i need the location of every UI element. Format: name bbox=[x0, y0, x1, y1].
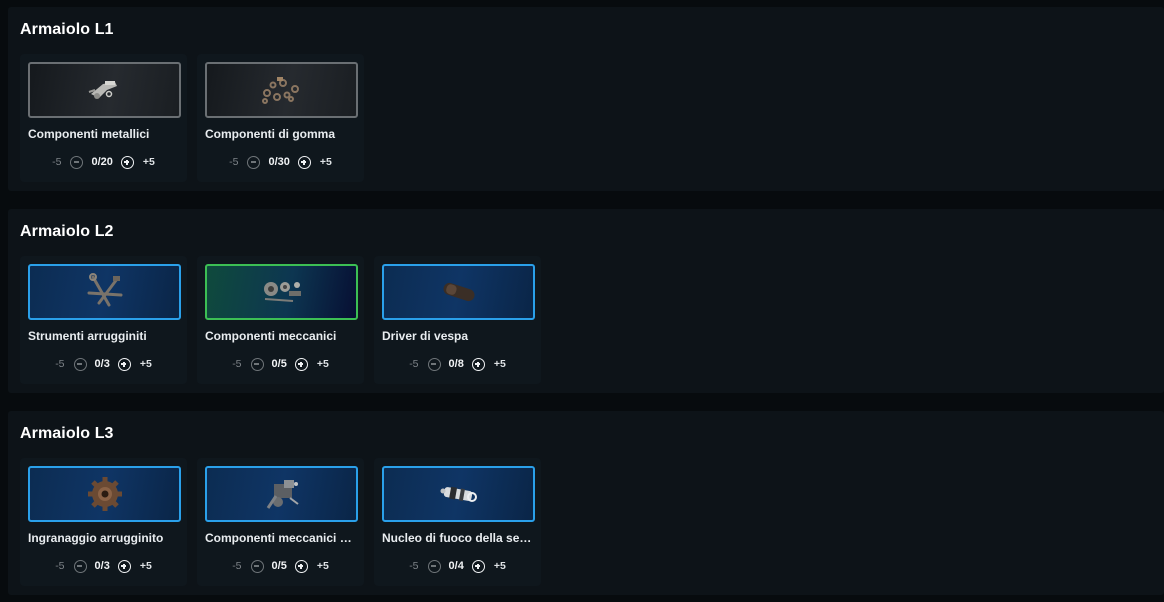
increment-icon[interactable] bbox=[117, 357, 131, 371]
plus-five-button[interactable]: +5 bbox=[317, 358, 329, 370]
material-card: Componenti meccanici -5 0/5 +5 bbox=[197, 256, 364, 384]
plus-five-button[interactable]: +5 bbox=[494, 358, 506, 370]
material-thumbnail[interactable] bbox=[382, 466, 535, 522]
decrement-icon[interactable] bbox=[247, 155, 261, 169]
minus-five-button[interactable]: -5 bbox=[55, 560, 64, 572]
quantity-value: 0/30 bbox=[268, 156, 290, 168]
increment-icon[interactable] bbox=[471, 559, 485, 573]
quantity-value: 0/5 bbox=[271, 560, 287, 572]
increment-icon[interactable] bbox=[294, 357, 308, 371]
crafting-materials-page: Armaiolo L1 Componenti metallici -5 0/20… bbox=[0, 0, 1164, 602]
material-thumbnail[interactable] bbox=[205, 62, 358, 118]
quantity-stepper: -5 0/5 +5 bbox=[197, 356, 364, 372]
decrement-icon[interactable] bbox=[73, 357, 87, 371]
quantity-stepper: -5 0/4 +5 bbox=[374, 558, 541, 574]
material-name: Driver di vespa bbox=[382, 329, 469, 343]
quantity-value: 0/4 bbox=[448, 560, 464, 572]
quantity-value: 0/3 bbox=[94, 560, 110, 572]
minus-five-button[interactable]: -5 bbox=[232, 358, 241, 370]
quantity-value: 0/8 bbox=[448, 358, 464, 370]
material-card: Ingranaggio arrugginito -5 0/3 +5 bbox=[20, 458, 187, 586]
material-thumbnail[interactable] bbox=[28, 264, 181, 320]
minus-five-button[interactable]: -5 bbox=[409, 560, 418, 572]
material-name: Nucleo di fuoco della sent... bbox=[382, 531, 534, 545]
minus-five-button[interactable]: -5 bbox=[229, 156, 238, 168]
material-card: Componenti metallici -5 0/20 +5 bbox=[20, 54, 187, 182]
plus-five-button[interactable]: +5 bbox=[140, 560, 152, 572]
quantity-stepper: -5 0/8 +5 bbox=[374, 356, 541, 372]
quantity-value: 0/20 bbox=[91, 156, 113, 168]
decrement-icon[interactable] bbox=[250, 357, 264, 371]
sentinel-fire-core-icon bbox=[440, 486, 477, 502]
material-card: Nucleo di fuoco della sent... -5 0/4 +5 bbox=[374, 458, 541, 586]
decrement-icon[interactable] bbox=[427, 357, 441, 371]
section-armaiolo-l1: Armaiolo L1 Componenti metallici -5 0/20… bbox=[8, 7, 1164, 191]
rusty-gear-icon bbox=[87, 477, 122, 511]
quantity-stepper: -5 0/5 +5 bbox=[197, 558, 364, 574]
quantity-value: 0/3 bbox=[94, 358, 110, 370]
material-name: Componenti meccanici av... bbox=[205, 531, 357, 545]
section-armaiolo-l3: Armaiolo L3 Ingranaggio arrugginito -5 0… bbox=[8, 411, 1164, 595]
plus-five-button[interactable]: +5 bbox=[317, 560, 329, 572]
material-thumbnail[interactable] bbox=[205, 466, 358, 522]
quantity-stepper: -5 0/3 +5 bbox=[20, 356, 187, 372]
minus-five-button[interactable]: -5 bbox=[232, 560, 241, 572]
section-armaiolo-l2: Armaiolo L2 Strumenti arrugginiti -5 0/3… bbox=[8, 209, 1164, 393]
increment-icon[interactable] bbox=[294, 559, 308, 573]
section-title: Armaiolo L1 bbox=[20, 21, 114, 38]
plus-five-button[interactable]: +5 bbox=[494, 560, 506, 572]
rusty-tools-icon bbox=[87, 273, 122, 307]
material-card: Componenti meccanici av... -5 0/5 +5 bbox=[197, 458, 364, 586]
material-name: Strumenti arrugginiti bbox=[28, 329, 147, 343]
wasp-driver-icon bbox=[442, 282, 475, 302]
metal-parts-icon bbox=[88, 81, 117, 99]
increment-icon[interactable] bbox=[297, 155, 311, 169]
quantity-stepper: -5 0/20 +5 bbox=[20, 154, 187, 170]
section-title: Armaiolo L2 bbox=[20, 223, 114, 240]
material-thumbnail[interactable] bbox=[28, 62, 181, 118]
material-card: Driver di vespa -5 0/8 +5 bbox=[374, 256, 541, 384]
material-card: Componenti di gomma -5 0/30 +5 bbox=[197, 54, 364, 182]
material-card: Strumenti arrugginiti -5 0/3 +5 bbox=[20, 256, 187, 384]
plus-five-button[interactable]: +5 bbox=[140, 358, 152, 370]
minus-five-button[interactable]: -5 bbox=[52, 156, 61, 168]
material-name: Componenti meccanici bbox=[205, 329, 337, 343]
rubber-parts-icon bbox=[261, 77, 299, 104]
plus-five-button[interactable]: +5 bbox=[320, 156, 332, 168]
decrement-icon[interactable] bbox=[73, 559, 87, 573]
decrement-icon[interactable] bbox=[70, 155, 84, 169]
section-title: Armaiolo L3 bbox=[20, 425, 114, 442]
material-name: Componenti di gomma bbox=[205, 127, 335, 141]
increment-icon[interactable] bbox=[471, 357, 485, 371]
decrement-icon[interactable] bbox=[250, 559, 264, 573]
increment-icon[interactable] bbox=[120, 155, 134, 169]
mechanical-parts-icon bbox=[263, 282, 301, 302]
quantity-stepper: -5 0/30 +5 bbox=[197, 154, 364, 170]
plus-five-button[interactable]: +5 bbox=[143, 156, 155, 168]
decrement-icon[interactable] bbox=[427, 559, 441, 573]
quantity-stepper: -5 0/3 +5 bbox=[20, 558, 187, 574]
material-thumbnail[interactable] bbox=[28, 466, 181, 522]
minus-five-button[interactable]: -5 bbox=[409, 358, 418, 370]
quantity-value: 0/5 bbox=[271, 358, 287, 370]
material-name: Componenti metallici bbox=[28, 127, 150, 141]
material-thumbnail[interactable] bbox=[205, 264, 358, 320]
increment-icon[interactable] bbox=[117, 559, 131, 573]
advanced-mechanical-parts-icon bbox=[266, 480, 299, 509]
material-name: Ingranaggio arrugginito bbox=[28, 531, 164, 545]
material-thumbnail[interactable] bbox=[382, 264, 535, 320]
minus-five-button[interactable]: -5 bbox=[55, 358, 64, 370]
